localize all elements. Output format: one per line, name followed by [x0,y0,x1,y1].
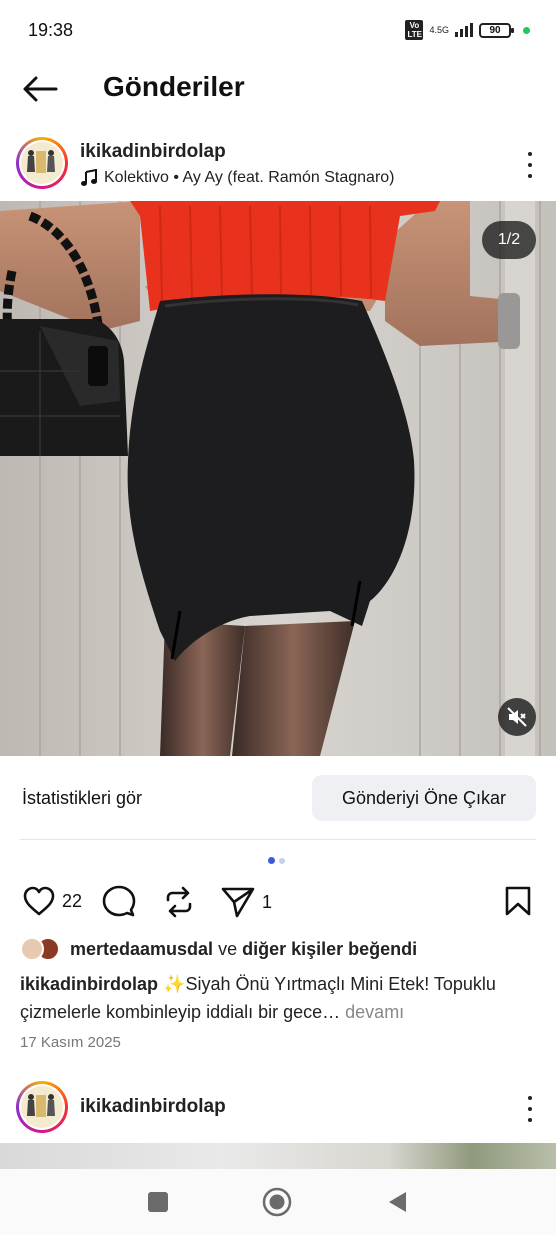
status-bar: 19:38 Vo LTE 4.5G 90 [0,0,556,62]
repost-button[interactable] [162,885,196,919]
mute-button[interactable] [498,698,536,736]
home-circle-icon [262,1187,292,1217]
post-caption: ikikadinbirdolap ✨Siyah Önü Yırtmaçlı Mi… [20,970,536,1026]
boost-post-button[interactable]: Gönderiyi Öne Çıkar [312,775,536,821]
heart-icon [23,886,55,916]
next-post-header: ikikadinbirdolap [0,1074,556,1142]
comment-icon [102,885,136,917]
post-date: 17 Kasım 2025 [20,1034,121,1051]
carousel-dot-active [268,857,275,864]
signal-icon [455,23,473,37]
post-image[interactable]: 1/2 [0,201,556,756]
carousel-indicator [268,857,285,864]
app-header: Gönderiler [0,62,556,116]
share-button[interactable]: 1 [220,885,272,919]
status-icons: Vo LTE 4.5G 90 [405,20,530,40]
more-vertical-icon [528,152,532,156]
privacy-indicator-dot [523,26,530,34]
send-icon [221,887,255,918]
post-photo [0,201,556,756]
comment-button[interactable] [102,885,136,919]
avatar[interactable] [16,137,68,189]
next-post-more-button[interactable] [526,1096,534,1122]
battery-icon: 90 [479,22,514,38]
next-post-image-peek[interactable] [0,1143,556,1169]
recents-button[interactable] [143,1187,173,1217]
triangle-back-icon [389,1192,406,1212]
post-actions: 22 1 [0,880,556,924]
network-type: 4.5G [429,24,449,35]
caption-more-link[interactable]: devamı [345,1002,404,1022]
page-title: Gönderiler [103,71,245,102]
share-count: 1 [262,891,273,912]
arrow-left-icon [23,76,58,102]
image-counter: 1/2 [482,221,536,259]
next-post-username[interactable]: ikikadinbirdolap [80,1096,226,1118]
music-label: Kolektivo • Ay Ay (feat. Ramón Stagnaro) [104,169,395,186]
more-vertical-icon [528,1096,532,1100]
like-button[interactable]: 22 [22,885,82,917]
music-note-icon [81,169,97,186]
square-icon [148,1192,168,1212]
post-username[interactable]: ikikadinbirdolap [80,141,226,163]
repost-icon [166,886,192,918]
carousel-dot [279,857,285,864]
back-button[interactable] [20,72,60,106]
volte-icon: Vo LTE [405,20,424,40]
liker-avatar [20,937,44,961]
liked-by-suffix: beğendi [348,938,418,959]
liker-username[interactable]: mertedaamusdal [70,939,213,960]
liked-by-and: ve [218,938,238,959]
brand-logo-icon [21,1086,61,1126]
status-time: 19:38 [28,20,74,40]
home-button[interactable] [262,1187,292,1217]
save-button[interactable] [504,885,532,922]
view-insights-link[interactable]: İstatistikleri gör [22,788,142,809]
brand-logo-icon [21,142,61,182]
bookmark-icon [505,886,531,916]
caption-username[interactable]: ikikadinbirdolap [20,974,158,994]
post-header: ikikadinbirdolap Kolektivo • Ay Ay (feat… [0,130,556,198]
liked-by-line[interactable]: mertedaamusdal ve diğer kişiler beğendi [20,937,417,961]
system-nav-bar [0,1169,556,1235]
back-nav-button[interactable] [382,1187,412,1217]
insights-bar: İstatistikleri gör Gönderiyi Öne Çıkar [20,756,536,840]
music-info[interactable]: Kolektivo • Ay Ay (feat. Ramón Stagnaro) [80,169,395,187]
more-options-button[interactable] [526,152,534,178]
muted-speaker-icon [507,707,527,727]
liked-by-others[interactable]: diğer kişiler [242,939,343,960]
next-post-avatar[interactable] [16,1081,68,1133]
like-count[interactable]: 22 [62,891,82,912]
